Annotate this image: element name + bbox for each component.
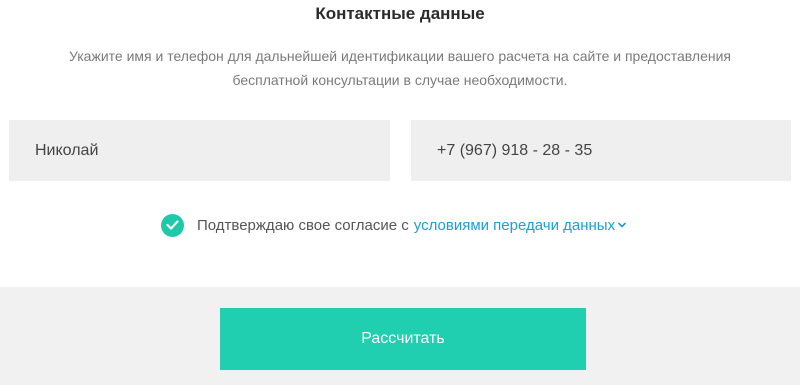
calculate-button[interactable]: Рассчитать [220, 308, 586, 370]
checkmark-icon [166, 220, 179, 230]
description-line-2: бесплатной консультации в случае необход… [232, 72, 568, 88]
chevron-down-icon [618, 222, 626, 228]
consent-text: Подтверждаю свое согласие с [197, 216, 409, 234]
data-transfer-terms-link[interactable]: условиями передачи данных [414, 217, 626, 234]
consent-link-label: условиями передачи данных [413, 216, 616, 234]
name-input[interactable] [9, 120, 390, 181]
consent-row: Подтверждаю свое согласие с условиями пе… [161, 213, 626, 237]
phone-input[interactable] [411, 120, 791, 181]
consent-checkbox[interactable] [161, 213, 184, 237]
section-title: Контактные данные [315, 4, 485, 23]
contact-section: Контактные данные Укажите имя и телефон … [0, 0, 800, 287]
section-description: Укажите имя и телефон для дальнейшей иде… [40, 44, 760, 92]
description-line-1: Укажите имя и телефон для дальнейшей иде… [68, 48, 732, 64]
